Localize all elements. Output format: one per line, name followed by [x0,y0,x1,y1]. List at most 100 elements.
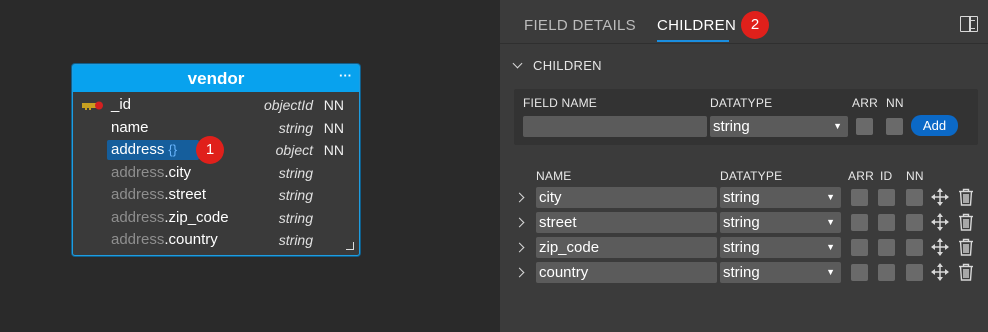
arr-checkbox[interactable] [851,239,868,256]
diagram-canvas[interactable]: vendor ··· _id objectId NN name string N… [0,0,500,332]
col-header-arr: ARR [848,169,874,183]
id-checkbox[interactable] [878,214,895,231]
dropdown-arrow-icon: ▼ [826,242,835,252]
id-checkbox[interactable] [878,264,895,281]
field-type: string [278,120,313,136]
dropdown-arrow-icon: ▼ [826,217,835,227]
child-datatype-select[interactable]: string ▼ [720,237,841,258]
field-suffix: .zip_code [164,209,229,226]
field-prefix: address [111,209,165,226]
move-icon[interactable] [931,238,949,256]
panel-toggle-icon[interactable] [960,16,978,32]
child-name-input[interactable]: zip_code [536,237,717,258]
field-name: address.street [111,184,206,206]
nn-checkbox[interactable] [906,239,923,256]
field-suffix: .street [164,186,207,203]
field-prefix: address [111,164,165,181]
nn-label: NN [886,96,904,110]
arr-checkbox[interactable] [851,264,868,281]
nn-checkbox[interactable] [906,264,923,281]
field-name: _id [111,96,132,113]
tab-children[interactable]: CHILDREN [657,17,736,34]
section-title: CHILDREN [533,58,602,73]
field-row-id[interactable]: _id objectId NN [73,94,359,116]
field-type: object [275,142,313,158]
dropdown-arrow-icon: ▼ [833,121,842,131]
field-row-name[interactable]: name string NN [73,117,359,139]
id-checkbox[interactable] [878,239,895,256]
field-prefix: address [111,231,165,248]
field-type: string [278,210,313,226]
child-name-input[interactable]: city [536,187,717,208]
field-type: string [278,187,313,203]
resize-handle[interactable] [346,242,354,250]
trash-icon[interactable] [957,263,975,281]
entity-header[interactable]: vendor ··· [73,65,359,92]
datatype-value: string [723,239,760,256]
child-name-input[interactable]: country [536,262,717,283]
field-nn: NN [323,120,344,136]
field-row-address-zip-code[interactable]: address.zip_code string [73,207,359,229]
object-brace-icon: {} [168,142,178,157]
nn-checkbox[interactable] [906,214,923,231]
child-name-input[interactable]: street [536,212,717,233]
section-children-header[interactable]: CHILDREN [512,58,602,73]
col-header-datatype: DATATYPE [720,169,783,183]
field-name: address.country [111,229,218,251]
field-name: name [111,119,149,136]
trash-icon[interactable] [957,188,975,206]
dropdown-arrow-icon: ▼ [826,267,835,277]
datatype-value: string [723,189,760,206]
col-header-id: ID [880,169,893,183]
field-row-address-street[interactable]: address.street string [73,184,359,206]
field-nn: NN [323,142,344,158]
dropdown-arrow-icon: ▼ [826,192,835,202]
datatype-value: string [723,214,760,231]
panel-tabs: FIELD DETAILS CHILDREN 2 [500,0,988,44]
callout-badge-1: 1 [196,136,224,164]
field-name-text: address [111,141,165,158]
field-type: string [278,232,313,248]
nn-checkbox[interactable] [906,189,923,206]
child-datatype-select[interactable]: string ▼ [720,212,841,233]
field-nn: NN [323,97,344,113]
field-row-address-country[interactable]: address.country string [73,229,359,251]
field-row-address-city[interactable]: address.city string [73,162,359,184]
field-prefix: address [111,186,165,203]
more-options-icon[interactable]: ··· [339,62,352,89]
field-name-input[interactable] [523,116,707,137]
entity-title: vendor [187,69,245,88]
chevron-right-icon[interactable] [514,242,525,253]
chevron-right-icon[interactable] [514,192,525,203]
nn-checkbox[interactable] [886,118,903,135]
field-suffix: .city [164,164,192,181]
field-name: address.city [111,162,191,184]
field-name-label: FIELD NAME [523,96,598,110]
arr-checkbox[interactable] [851,214,868,231]
arr-label: ARR [852,96,878,110]
move-icon[interactable] [931,188,949,206]
field-name: address.zip_code [111,207,229,229]
trash-icon[interactable] [957,238,975,256]
field-name-selected: address{} [111,139,177,161]
chevron-down-icon [512,58,523,69]
tab-field-details[interactable]: FIELD DETAILS [524,17,636,34]
child-datatype-select[interactable]: string ▼ [720,262,841,283]
move-icon[interactable] [931,213,949,231]
child-datatype-select[interactable]: string ▼ [720,187,841,208]
chevron-right-icon[interactable] [514,217,525,228]
move-icon[interactable] [931,263,949,281]
datatype-label: DATATYPE [710,96,773,110]
callout-badge-2: 2 [741,11,769,39]
col-header-name: NAME [536,169,572,183]
col-header-nn: NN [906,169,924,183]
trash-icon[interactable] [957,213,975,231]
add-button[interactable]: Add [911,115,958,136]
chevron-right-icon[interactable] [514,267,525,278]
field-type: string [278,165,313,181]
id-checkbox[interactable] [878,189,895,206]
arr-checkbox[interactable] [851,189,868,206]
arr-checkbox[interactable] [856,118,873,135]
datatype-select[interactable]: string ▼ [710,116,848,137]
active-tab-underline [657,40,729,42]
